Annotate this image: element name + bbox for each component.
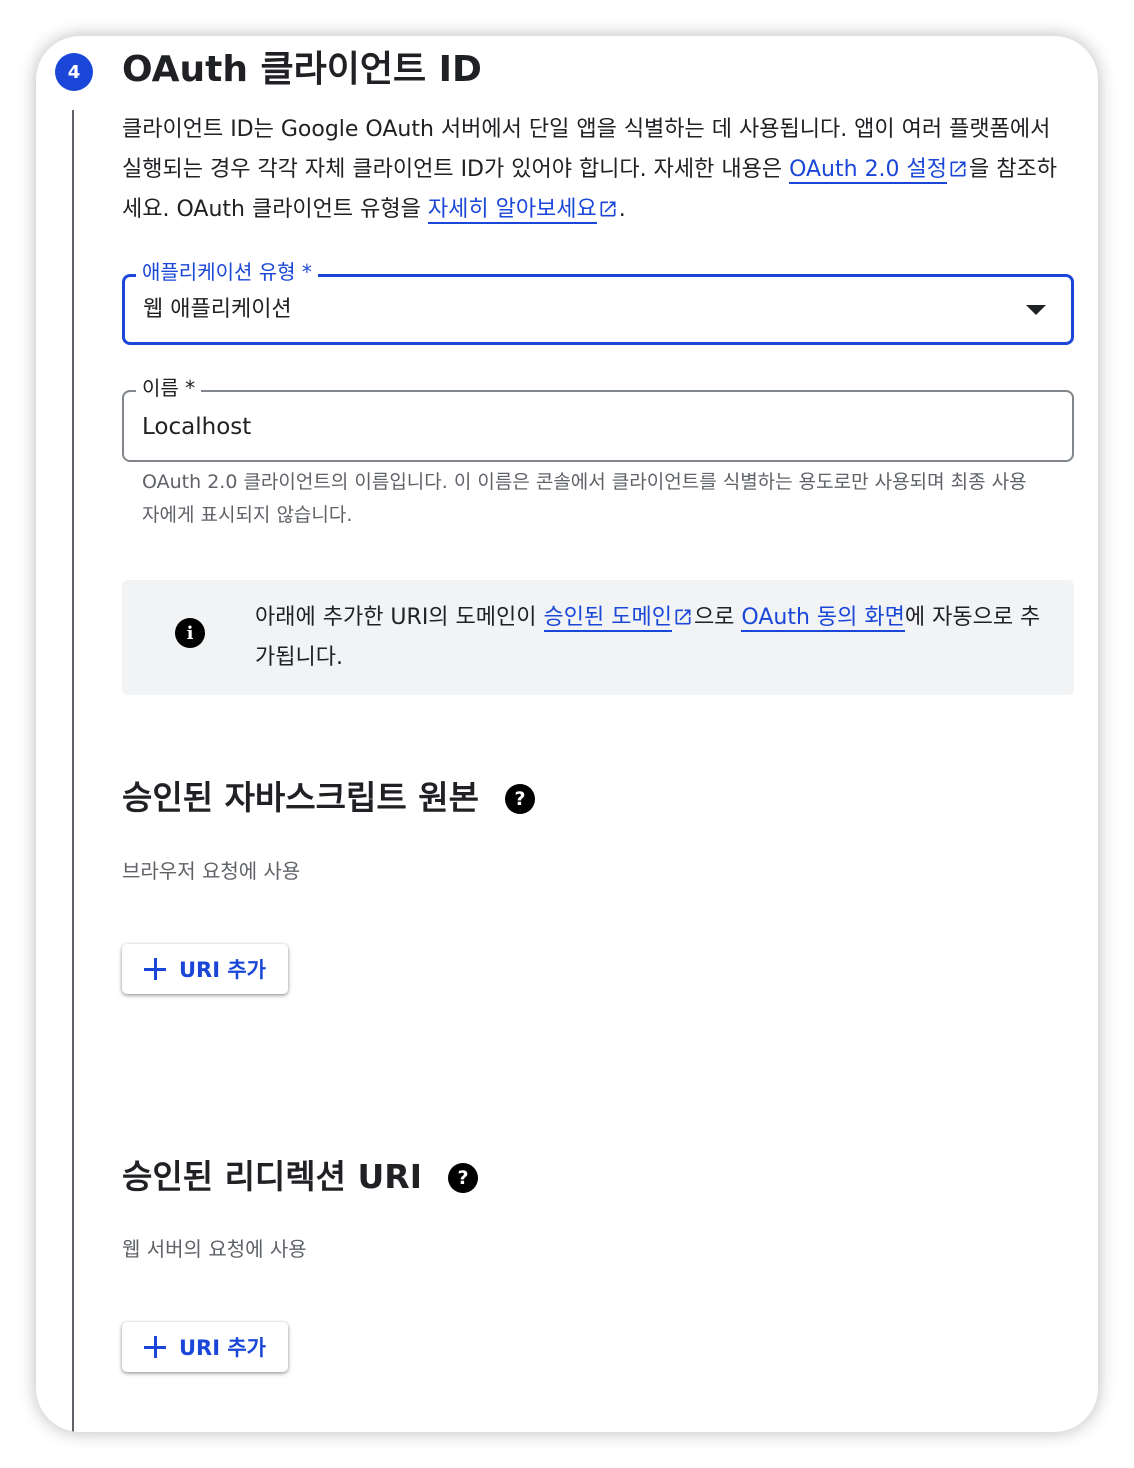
step-connector-line	[72, 110, 74, 1432]
application-type-value: 웹 애플리케이션	[143, 297, 292, 322]
client-id-description: 클라이언트 ID는 Google OAuth 서버에서 단일 앱을 식별하는 데…	[122, 110, 1072, 230]
add-uri-label: URI 추가	[179, 958, 266, 982]
js-origins-title: 승인된 자바스크립트 원본?	[122, 773, 535, 823]
application-type-select[interactable]: 애플리케이션 유형 * 웹 애플리케이션	[122, 257, 1074, 345]
description-text-3: .	[618, 197, 626, 222]
name-input[interactable]	[142, 410, 1042, 444]
help-icon[interactable]: ?	[504, 784, 535, 814]
dropdown-arrow-icon[interactable]	[1026, 305, 1046, 315]
info-box: i 아래에 추가한 URI의 도메인이 승인된 도메인 으로 OAuth 동의 화…	[122, 580, 1074, 695]
add-uri-label: URI 추가	[179, 1336, 266, 1360]
name-helper-text: OAuth 2.0 클라이언트의 이름입니다. 이 이름은 콘솔에서 클라이언트…	[142, 471, 1027, 526]
redirect-uris-title: 승인된 리디렉션 URI?	[122, 1152, 478, 1202]
add-redirect-uri-button[interactable]: URI 추가	[122, 1322, 288, 1372]
info-text: 아래에 추가한 URI의 도메인이 승인된 도메인 으로 OAuth 동의 화면에…	[255, 605, 1041, 670]
plus-icon	[144, 958, 166, 980]
oauth-settings-link[interactable]: OAuth 2.0 설정	[789, 157, 948, 184]
open-in-new-icon[interactable]	[598, 199, 618, 219]
add-js-origin-uri-button[interactable]: URI 추가	[122, 944, 288, 994]
help-icon[interactable]: ?	[447, 1163, 478, 1193]
open-in-new-icon[interactable]	[673, 607, 693, 627]
redirect-uris-subtitle: 웹 서버의 요청에 사용	[122, 1237, 307, 1261]
oauth-client-card: 4 OAuth 클라이언트 ID 클라이언트 ID는 Google OAuth …	[36, 36, 1098, 1432]
oauth-consent-screen-link[interactable]: OAuth 동의 화면	[741, 605, 905, 632]
name-field: 이름 *	[122, 373, 1074, 462]
js-origins-subtitle: 브라우저 요청에 사용	[122, 859, 301, 883]
info-icon: i	[175, 618, 205, 648]
plus-icon	[144, 1336, 166, 1358]
authorized-domains-link[interactable]: 승인된 도메인	[543, 605, 672, 632]
name-label: 이름 *	[136, 373, 202, 403]
step-title: OAuth 클라이언트 ID	[122, 49, 482, 90]
open-in-new-icon[interactable]	[948, 159, 968, 179]
application-type-label: 애플리케이션 유형 *	[136, 257, 318, 287]
step-number-badge: 4	[55, 53, 93, 91]
learn-more-link[interactable]: 자세히 알아보세요	[427, 197, 597, 224]
